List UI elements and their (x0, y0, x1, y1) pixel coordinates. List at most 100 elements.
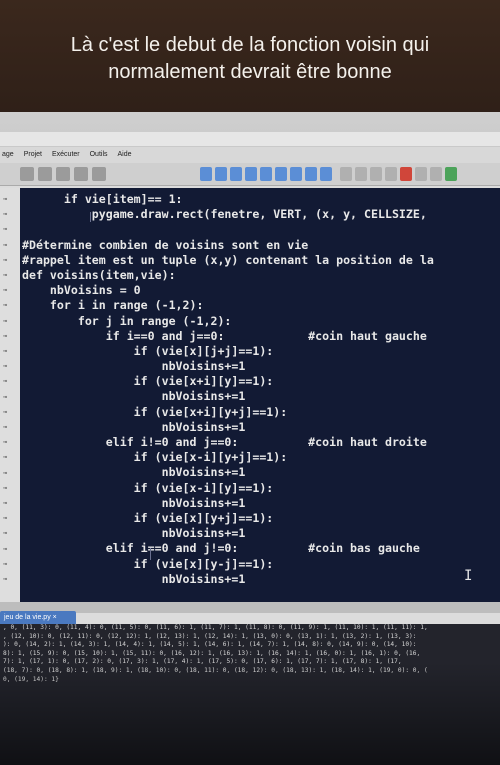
fold-marker-icon[interactable]: ⊸ (3, 196, 15, 203)
console-line: 8): 1, (15, 9): 0, (15, 10): 1, (15, 11)… (3, 649, 421, 657)
code-line: if (vie[x][y+j]==1): (22, 510, 274, 525)
fold-marker-icon[interactable]: ⊸ (3, 393, 15, 401)
line-gutter: ⊸ ⊸ ⊸ ⊸ ⊸ ⊸ ⊸ ⊸ ⊸ ⊸ ⊸ ⊸ ⊸ ⊸ ⊸ ⊸ ⊸ ⊸ ⊸ ⊸ ⊸ ⊸ ⊸ ⊸ ⊸ ⊸ (0, 188, 20, 602)
console-line: , (12, 10): 0, (12, 11): 0, (12, 12): 1,… (3, 632, 417, 640)
photo-shadow (0, 662, 500, 765)
text-cursor: I (464, 568, 473, 584)
console-line: , 0, (11, 3): 0, (11, 4): 0, (11, 5): 0,… (3, 624, 428, 631)
code-line: for i in range (-1,2): (22, 298, 204, 313)
code-line: if (vie[x][j+j]==1): (22, 343, 274, 358)
fold-marker-icon[interactable]: ⊸ (3, 317, 15, 325)
console-line: ): 0, (14, 2): 1, (14, 3): 1, (14, 4): 1… (3, 641, 417, 649)
fold-marker-icon[interactable]: ⊸ (3, 241, 15, 249)
breakpoint-icon[interactable] (290, 167, 302, 181)
code-line: if (vie[x+i][y+j]==1): (22, 404, 288, 419)
continue-icon[interactable] (275, 167, 287, 181)
toolbar (0, 163, 500, 186)
undo-icon[interactable] (74, 167, 88, 181)
code-line: if i==0 and j==0: #coin haut gauche (22, 328, 427, 343)
code-line: def voisins(item,vie): (22, 267, 176, 282)
code-line: pygame.draw.rect(fenetre, VERT, (x, y, C… (22, 207, 427, 222)
code-line: nbVoisins+=1 (22, 495, 246, 510)
uncomment-icon[interactable] (385, 167, 397, 181)
fold-marker-icon[interactable]: ⊸ (3, 484, 15, 492)
code-line: if (vie[x-i][y+j]==1): (22, 450, 288, 465)
code-line: elif i!=0 and j==0: #coin haut droite (22, 435, 427, 449)
indent-guide (150, 548, 151, 560)
code-line: if (vie[x][y-j]==1): (22, 556, 274, 571)
fold-marker-icon[interactable]: ⊸ (3, 302, 15, 309)
fold-marker-icon[interactable]: ⊸ (3, 348, 15, 355)
menu-bar: age Projet Exécuter Outils Aide (0, 147, 500, 163)
code-line: if vie[item]== 1: (22, 192, 183, 206)
code-line: nbVoisins+=1 (22, 389, 246, 404)
code-line: #Détermine combien de voisins sont en vi… (22, 237, 309, 252)
help-icon[interactable] (445, 167, 457, 181)
fold-marker-icon[interactable]: ⊸ (3, 454, 15, 461)
fold-marker-icon[interactable]: ⊸ (3, 515, 15, 522)
find-icon[interactable] (415, 167, 427, 181)
menu-item[interactable]: Exécuter (52, 147, 80, 163)
file-toolbar-icons (20, 167, 106, 181)
fold-marker-icon[interactable]: ⊸ (3, 545, 15, 553)
stop-icon[interactable] (400, 167, 412, 181)
save-icon[interactable] (56, 167, 70, 181)
fold-marker-icon[interactable]: ⊸ (3, 500, 15, 507)
fold-marker-icon[interactable]: ⊸ (3, 560, 15, 568)
fold-marker-icon[interactable]: ⊸ (3, 424, 15, 431)
new-file-icon[interactable] (20, 167, 34, 181)
misc-toolbar-icons (340, 167, 457, 181)
fold-marker-icon[interactable]: ⊸ (3, 287, 15, 294)
fold-marker-icon[interactable]: ⊸ (3, 408, 15, 416)
fold-marker-icon[interactable]: ⊸ (3, 226, 15, 233)
fold-marker-icon[interactable]: ⊸ (3, 256, 15, 264)
fold-marker-icon[interactable]: ⊸ (3, 378, 15, 385)
fold-marker-icon[interactable]: ⊸ (3, 332, 15, 340)
redo-icon[interactable] (92, 167, 106, 181)
fold-marker-icon[interactable]: ⊸ (3, 576, 15, 583)
code-line: if (vie[x+i][y]==1): (22, 374, 274, 389)
profile-icon[interactable] (320, 167, 332, 181)
replace-icon[interactable] (430, 167, 442, 181)
fold-marker-icon[interactable]: ⊸ (3, 211, 15, 218)
code-line: nbVoisins = 0 (22, 283, 141, 298)
menu-item[interactable]: Aide (118, 147, 132, 163)
caption-text: Là c'est le debut de la fonction voisin … (70, 34, 430, 83)
code-line: nbVoisins+=1 (22, 419, 246, 434)
indent-icon[interactable] (340, 167, 352, 181)
step-out-icon[interactable] (260, 167, 272, 181)
caption-banner: Là c'est le debut de la fonction voisin … (0, 0, 500, 112)
menu-item[interactable]: Outils (90, 147, 108, 163)
step-over-icon[interactable] (230, 167, 242, 181)
code-line: #rappel item est un tuple (x,y) contenan… (22, 252, 434, 267)
fold-marker-icon[interactable]: ⊸ (3, 272, 15, 279)
run-icon[interactable] (200, 167, 212, 181)
code-line: nbVoisins+=1 (22, 359, 246, 374)
step-into-icon[interactable] (245, 167, 257, 181)
open-file-icon[interactable] (38, 167, 52, 181)
dedent-icon[interactable] (355, 167, 367, 181)
indent-guide (90, 212, 91, 222)
menu-item[interactable]: age (2, 147, 14, 163)
ide-window: age Projet Exécuter Outils Aide ⊸ ⊸ ⊸ ⊸ … (0, 132, 500, 765)
code-area[interactable]: if vie[item]== 1: pygame.draw.rect(fenet… (22, 192, 500, 587)
code-line: for j in range (-1,2): (22, 313, 232, 328)
code-line: nbVoisins+=1 (22, 571, 246, 586)
fold-marker-icon[interactable]: ⊸ (3, 439, 15, 446)
code-line: nbVoisins+=1 (22, 465, 246, 480)
fold-marker-icon[interactable]: ⊸ (3, 363, 15, 370)
fold-marker-icon[interactable]: ⊸ (3, 530, 15, 537)
watch-icon[interactable] (305, 167, 317, 181)
console-tab[interactable]: jeu de la vie.py × (0, 611, 76, 624)
run-toolbar-icons (200, 167, 332, 181)
window-titlebar (0, 132, 500, 147)
fold-marker-icon[interactable]: ⊸ (3, 469, 15, 477)
comment-icon[interactable] (370, 167, 382, 181)
code-editor[interactable]: ⊸ ⊸ ⊸ ⊸ ⊸ ⊸ ⊸ ⊸ ⊸ ⊸ ⊸ ⊸ ⊸ ⊸ ⊸ ⊸ ⊸ ⊸ ⊸ ⊸ ⊸ ⊸ ⊸ ⊸ ⊸ ⊸ if vie[item]=… (0, 188, 500, 602)
menu-item[interactable]: Projet (24, 147, 42, 163)
code-line: if (vie[x-i][y]==1): (22, 480, 274, 495)
code-line: elif i==0 and j!=0: #coin bas gauche (22, 541, 420, 556)
debug-icon[interactable] (215, 167, 227, 181)
code-line: nbVoisins+=1 (22, 526, 246, 541)
